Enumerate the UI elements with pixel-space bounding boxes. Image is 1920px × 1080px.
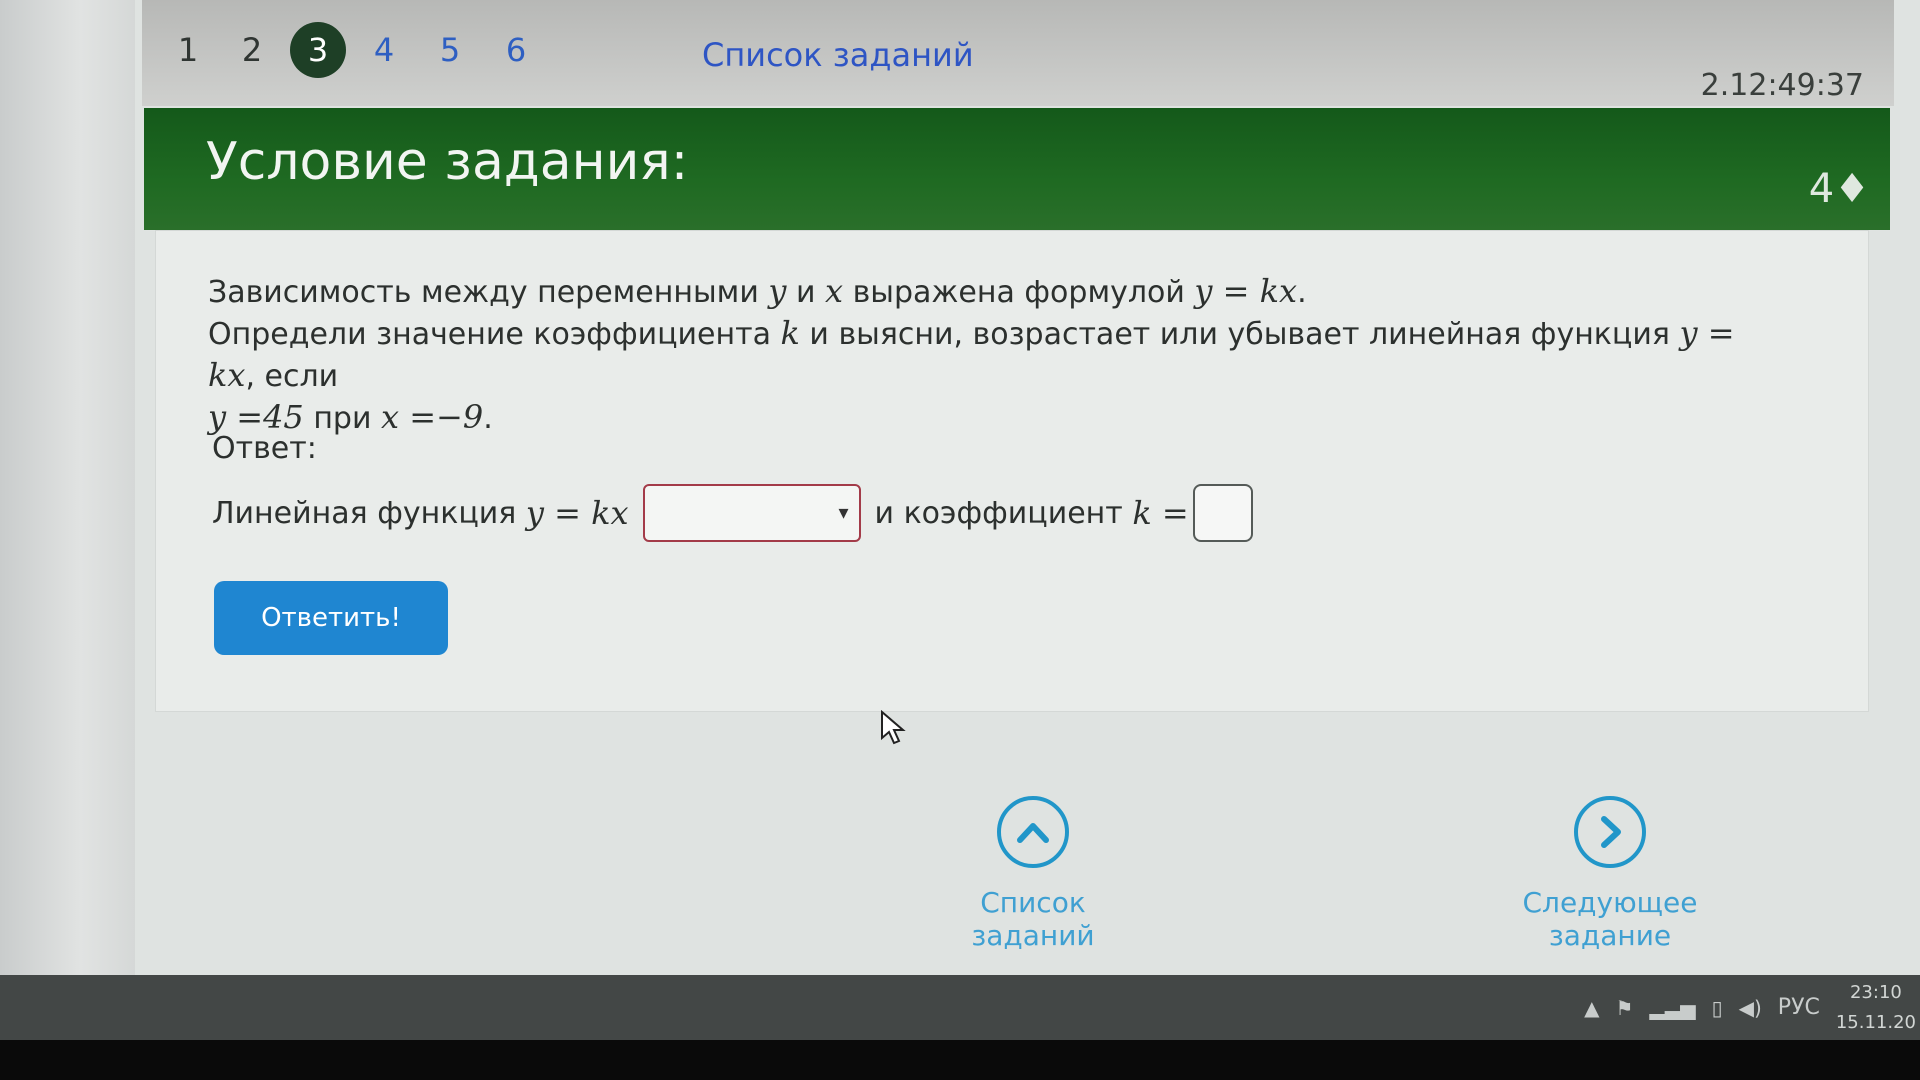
problem-line-2: Определи значение коэффициента k и выясн… [208,314,1735,394]
task-panel: Зависимость между переменными y и x выра… [155,230,1869,712]
problem-line-1: Зависимость между переменными y и x выра… [208,272,1307,310]
chevron-right-icon [1574,796,1646,868]
answer-formula: y = kx [525,494,629,532]
answer-mid-text: и коэффициент [874,495,1123,531]
signal-icon[interactable]: ▂▃▅ [1649,996,1695,1020]
next-task-nav-button[interactable]: Следующее задание [1470,796,1750,952]
speaker-icon[interactable]: ◀) [1739,996,1762,1020]
problem-statement: Зависимость между переменными y и x выра… [208,271,1748,439]
submit-answer-button[interactable]: Ответить! [214,581,448,655]
system-tray: ▲ ⚑ ▂▃▅ ▯ ◀) РУС 23:10 15.11.20 [1584,975,1920,1040]
system-clock[interactable]: 23:10 15.11.20 [1836,978,1916,1038]
page-title: Условие задания: [206,132,689,192]
answer-label: Ответ: [212,431,317,466]
task-navigation-bar: 1 2 3 4 5 6 Список заданий 2.12:49:37 [142,0,1894,106]
answer-row: Линейная функция y = kx ▾ и коэффициент … [212,483,1253,543]
window-left-edge [0,0,135,975]
tab-task-5[interactable]: 5 [422,22,478,78]
answer-prefix: Линейная функция [212,495,517,531]
os-taskbar: ▲ ⚑ ▂▃▅ ▯ ◀) РУС 23:10 15.11.20 [0,975,1920,1040]
k-expression: k = [1132,494,1189,532]
math-formula: y = kx [1194,272,1298,310]
tab-task-4[interactable]: 4 [356,22,412,78]
tab-task-3-active[interactable]: 3 [290,22,346,78]
tab-task-1[interactable]: 1 [160,22,216,78]
points-badge: 4♦ [1808,166,1870,212]
flag-icon[interactable]: ⚑ [1616,996,1634,1020]
problem-line-3: y =45 при x =−9. [208,398,493,436]
next-task-nav-label: Следующее задание [1522,886,1698,952]
timer: 2.12:49:37 [1700,68,1864,103]
battery-icon[interactable]: ▯ [1712,996,1723,1020]
math-k: k [780,314,800,352]
math-x-value: x =−9 [381,398,484,436]
coefficient-input[interactable] [1192,484,1253,542]
keyboard-language[interactable]: РУС [1778,995,1820,1020]
task-list-link[interactable]: Список заданий [702,36,974,74]
task-header: Условие задания: 4♦ [144,108,1890,230]
show-hidden-icons-icon[interactable]: ▲ [1584,996,1599,1020]
chevron-down-icon: ▾ [838,500,849,524]
clock-time: 23:10 [1849,981,1902,1003]
tab-task-2[interactable]: 2 [224,22,280,78]
mouse-cursor-icon [881,710,906,745]
math-y: y [768,272,787,310]
clock-date: 15.11.20 [1835,1011,1916,1033]
monitor-bezel [0,1040,1920,1080]
task-list-nav-label: Список заданий [971,886,1095,952]
tab-task-6[interactable]: 6 [488,22,544,78]
chevron-up-icon [997,796,1069,868]
math-x: x [825,272,844,310]
function-behavior-dropdown[interactable]: ▾ [642,484,861,542]
task-list-nav-button[interactable]: Список заданий [918,796,1148,952]
